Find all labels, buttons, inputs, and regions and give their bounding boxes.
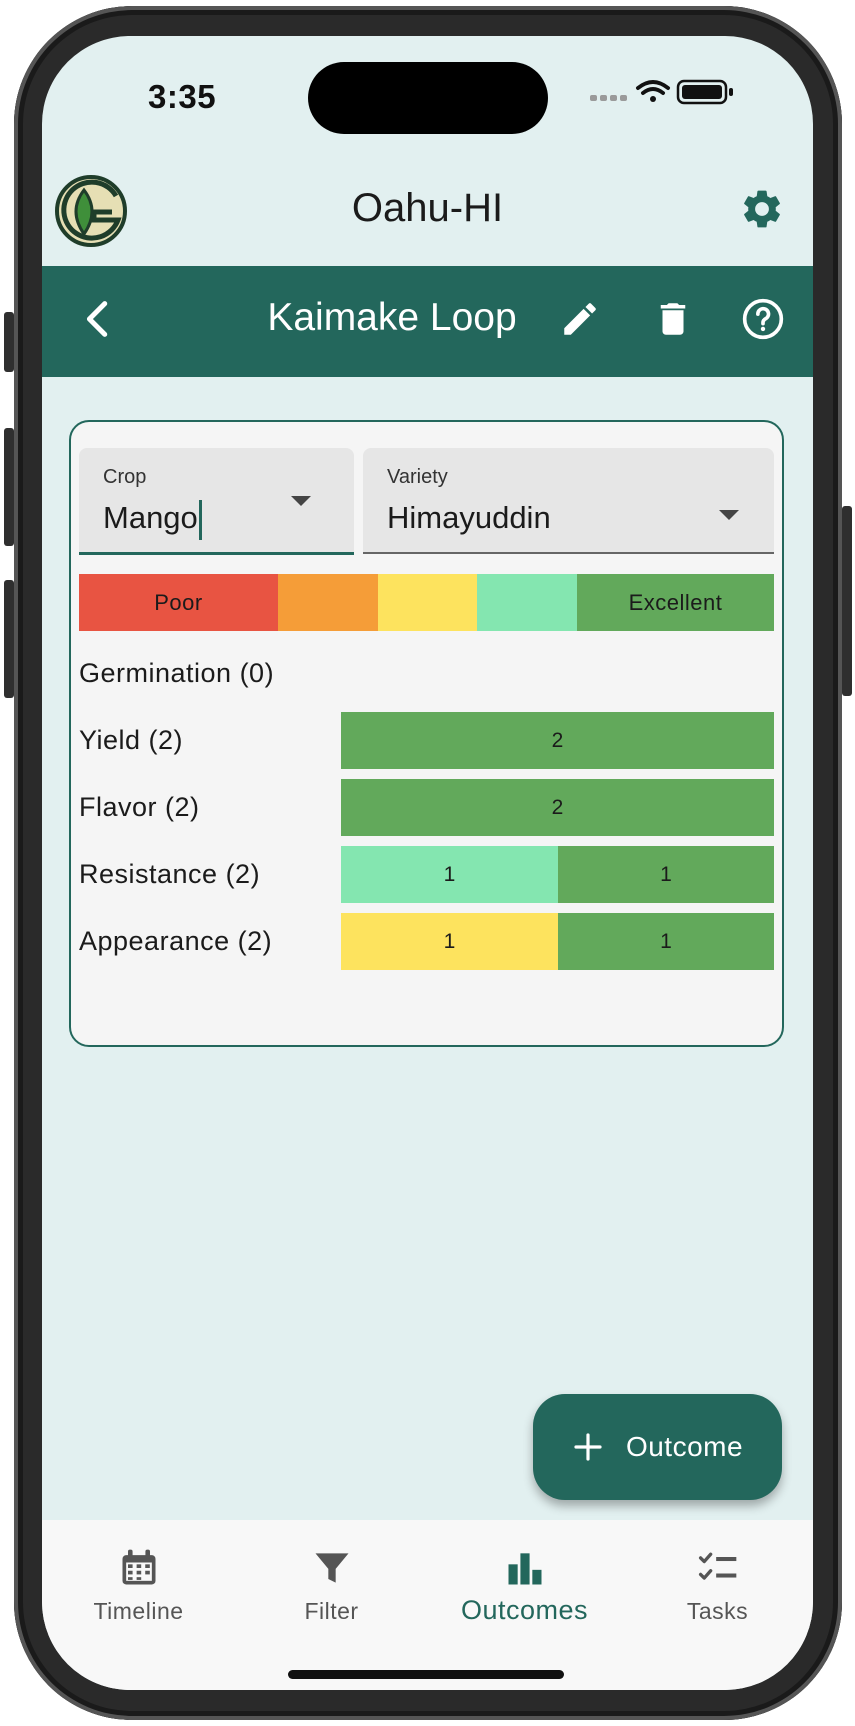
battery-icon <box>676 79 733 105</box>
home-indicator[interactable] <box>288 1670 564 1679</box>
power-button <box>842 506 852 696</box>
tab-outcomes[interactable]: Outcomes <box>428 1520 621 1630</box>
funnel-icon <box>315 1553 349 1583</box>
tab-timeline-label: Timeline <box>93 1598 184 1624</box>
legend-fair <box>278 574 378 631</box>
edit-pencil-icon[interactable] <box>559 298 601 340</box>
variety-value: Himayuddin <box>387 500 551 535</box>
add-outcome-button[interactable]: Outcome <box>533 1394 782 1500</box>
tab-timeline[interactable]: Timeline <box>42 1520 235 1630</box>
wifi-icon <box>636 80 670 102</box>
appearance-average-segment: 1 <box>341 913 558 970</box>
variety-dropdown[interactable]: Variety Himayuddin <box>363 448 774 554</box>
add-outcome-label: Outcome <box>625 1431 744 1462</box>
legend-poor: Poor <box>79 574 278 631</box>
crop-value[interactable]: Mango <box>103 500 202 540</box>
resistance-bar: 1 1 <box>341 846 774 903</box>
dynamic-island <box>308 62 548 134</box>
resistance-good-segment: 1 <box>341 846 558 903</box>
rating-legend: Poor Excellent <box>79 574 774 631</box>
tab-outcomes-label: Outcomes <box>460 1595 589 1625</box>
crop-label: Crop <box>103 466 147 488</box>
tab-tasks-label: Tasks <box>686 1598 749 1624</box>
tab-filter[interactable]: Filter <box>235 1520 428 1630</box>
bottom-navigation: Timeline Filter Outcomes Tasks <box>42 1520 813 1690</box>
flavor-excellent-segment: 2 <box>341 779 774 836</box>
resistance-label: Resistance (2) <box>79 859 261 889</box>
tab-filter-label: Filter <box>304 1598 359 1624</box>
legend-average <box>378 574 477 631</box>
back-arrow-icon[interactable] <box>76 296 122 342</box>
yield-label: Yield (2) <box>79 725 184 755</box>
screen-title: Kaimake Loop <box>267 296 517 339</box>
bar-chart-icon <box>508 1553 542 1585</box>
legend-good <box>477 574 577 631</box>
germination-label: Germination (0) <box>79 658 275 688</box>
delete-trash-icon[interactable] <box>652 298 694 340</box>
tab-tasks[interactable]: Tasks <box>621 1520 813 1630</box>
gear-icon[interactable] <box>739 186 785 232</box>
dropdown-arrow-icon[interactable] <box>719 510 739 520</box>
status-time: 3:35 <box>148 78 217 115</box>
signal-icon <box>590 95 627 101</box>
yield-excellent-segment: 2 <box>341 712 774 769</box>
appearance-label: Appearance (2) <box>79 926 273 956</box>
yield-bar: 2 <box>341 712 774 769</box>
dropdown-arrow-icon[interactable] <box>291 496 311 506</box>
flavor-bar: 2 <box>341 779 774 836</box>
help-icon[interactable] <box>741 297 785 341</box>
crop-dropdown[interactable]: Crop Mango <box>79 448 354 555</box>
variety-label: Variety <box>387 466 448 488</box>
volume-down-button <box>4 580 14 698</box>
status-icons <box>590 79 733 105</box>
plus-icon <box>574 1433 602 1461</box>
location-title[interactable]: Oahu-HI <box>42 186 813 231</box>
app-header: Oahu-HI <box>42 164 813 266</box>
text-cursor <box>198 500 202 540</box>
top-app-bar: Kaimake Loop <box>42 266 813 377</box>
screen: 3:35 Oahu-HI Kaimake Loop Crop Mango Var… <box>42 36 813 1690</box>
checklist-icon <box>698 1552 737 1580</box>
volume-up-button <box>4 428 14 546</box>
legend-excellent: Excellent <box>577 574 774 631</box>
appearance-bar: 1 1 <box>341 913 774 970</box>
flavor-label: Flavor (2) <box>79 792 200 822</box>
calendar-icon <box>122 1549 156 1585</box>
outcomes-card: Crop Mango Variety Himayuddin Poor Excel… <box>69 420 784 1047</box>
resistance-excellent-segment: 1 <box>558 846 774 903</box>
mute-switch <box>4 312 14 372</box>
appearance-excellent-segment: 1 <box>558 913 774 970</box>
